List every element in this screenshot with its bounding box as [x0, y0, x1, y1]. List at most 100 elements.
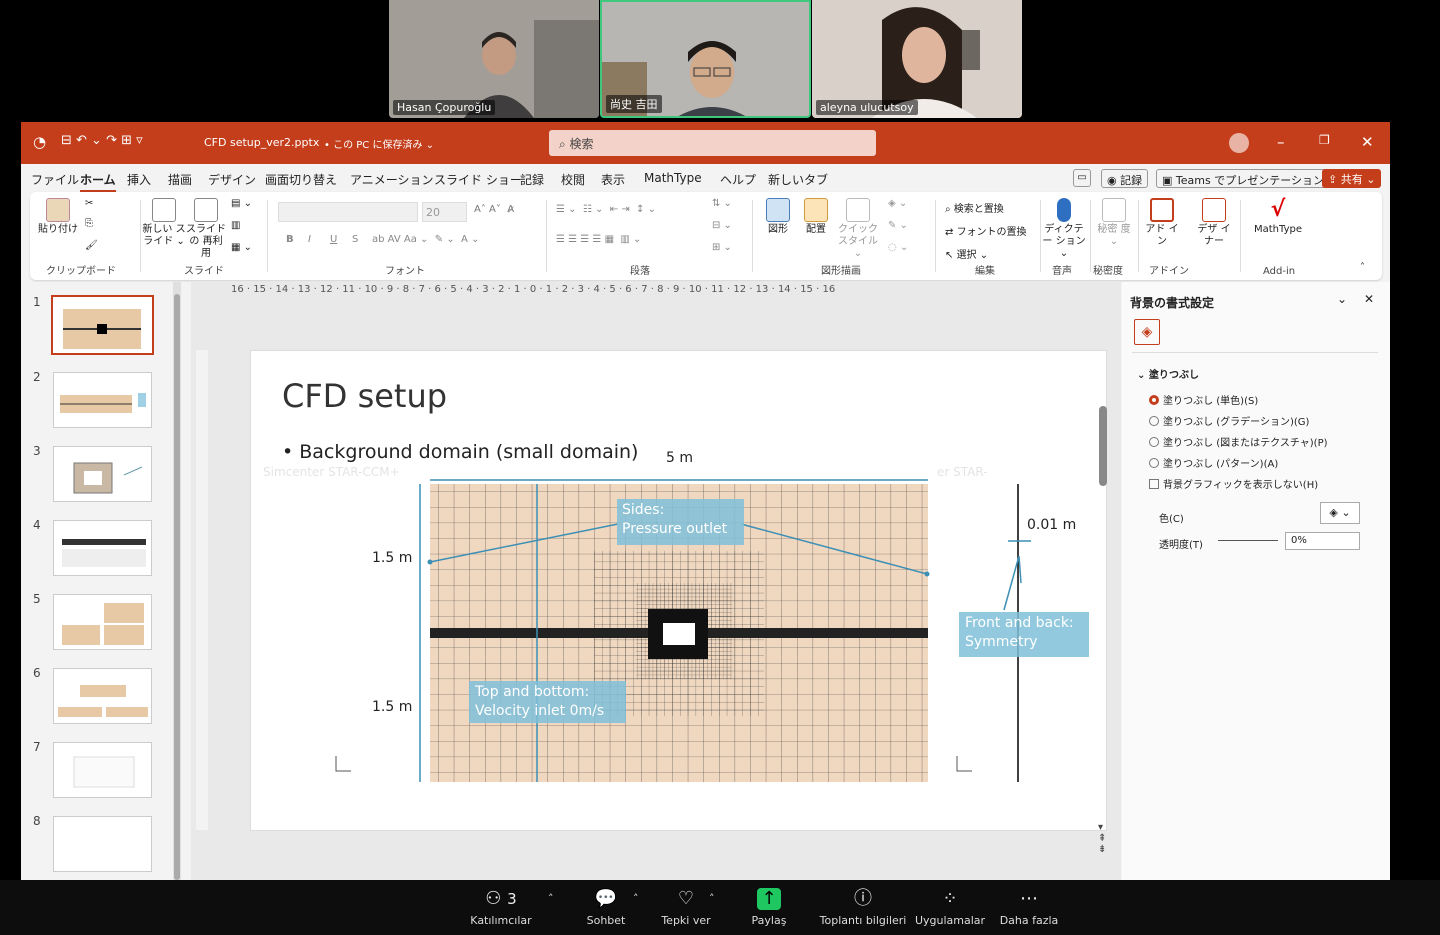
radio-gradient-fill[interactable]: 塗りつぶし (グラデーション)(G)	[1149, 413, 1309, 428]
hide-background-checkbox[interactable]: 背景グラフィックを表示しない(H)	[1149, 476, 1318, 491]
tab-draw[interactable]: 描画	[168, 171, 192, 188]
sensitivity-button[interactable]: 秘密 度 ⌄	[1094, 198, 1134, 248]
minimize-icon[interactable]: –	[1277, 133, 1285, 151]
find-replace-button[interactable]: ⌕ 検索と置換	[945, 200, 1004, 215]
tab-transitions[interactable]: 画面切り替え	[265, 171, 337, 188]
radio-solid-fill[interactable]: 塗りつぶし (単色)(S)	[1149, 392, 1258, 407]
tab-new[interactable]: 新しいタブ	[768, 171, 828, 188]
radio-picture-fill[interactable]: 塗りつぶし (図またはテクスチャ)(P)	[1149, 434, 1328, 449]
pane-options-icon[interactable]: ⌄	[1337, 292, 1347, 306]
tab-insert[interactable]: 挿入	[127, 171, 151, 188]
scrollbar-thumb[interactable]	[174, 294, 180, 880]
apps-button[interactable]: ⁘ Uygulamalar	[905, 888, 995, 927]
tab-help[interactable]: ヘルプ	[720, 171, 756, 188]
sides-label-box[interactable]: Sides: Pressure outlet	[617, 499, 744, 545]
canvas-scrollbar-thumb[interactable]	[1099, 406, 1107, 486]
tab-review[interactable]: 校閲	[561, 171, 585, 188]
tab-record[interactable]: 記録	[520, 171, 544, 188]
shadow-button[interactable]: S	[352, 234, 358, 245]
italic-button[interactable]: I	[308, 234, 311, 245]
font-size-dropdown[interactable]: 20	[422, 202, 467, 222]
video-tile-2[interactable]: 尚史 吉田	[600, 0, 811, 118]
transparency-slider[interactable]	[1218, 540, 1278, 541]
tab-view[interactable]: 表示	[601, 171, 625, 188]
slide-nav-arrows[interactable]: ▾ ⇞ ⇟	[1098, 822, 1106, 855]
video-tile-3[interactable]: aleyna ulucutsoy	[812, 0, 1022, 118]
font-name-dropdown[interactable]	[278, 202, 418, 222]
record-button[interactable]: ◉ 記録	[1101, 169, 1149, 188]
close-icon[interactable]: ✕	[1361, 133, 1374, 151]
participants-button[interactable]: ⚇ 3 Katılımcılar	[456, 888, 546, 927]
arrange-button[interactable]: 配置	[798, 198, 834, 236]
more-button[interactable]: ⋯ Daha fazla	[984, 888, 1074, 927]
addins-button[interactable]: アド イン	[1144, 198, 1180, 248]
layout-icon[interactable]: ▤ ⌄	[231, 198, 252, 209]
quick-styles-button[interactable]: クイック スタイル ⌄	[836, 198, 880, 260]
comments-icon[interactable]: ▭	[1073, 169, 1091, 187]
collapse-ribbon-icon[interactable]: ˄	[1360, 262, 1365, 273]
fill-category-icon[interactable]: ◈	[1134, 319, 1160, 345]
slide-thumbnail-5[interactable]	[53, 594, 152, 650]
list-icons[interactable]: ☰ ⌄ ☷ ⌄ ⇤ ⇥ ↕ ⌄	[556, 204, 656, 215]
mathtype-button[interactable]: √ MathType	[1248, 198, 1308, 236]
restore-icon[interactable]: ❐	[1319, 133, 1330, 147]
shape-fill-icon[interactable]: ◈ ⌄ ✎ ⌄ ◌ ⌄	[888, 198, 908, 253]
thumbnails-scrollbar[interactable]	[173, 282, 181, 880]
format-painter-icon[interactable]: 🖌	[85, 240, 98, 251]
chevron-up-icon[interactable]: ˄	[548, 892, 554, 905]
bold-button[interactable]: B	[286, 234, 294, 245]
designer-button[interactable]: デザ イナー	[1196, 198, 1232, 248]
pane-close-icon[interactable]: ✕	[1364, 292, 1374, 306]
slide-thumbnail-8[interactable]	[53, 816, 152, 872]
quick-access-toolbar[interactable]: ⊟ ↶ ⌄ ↷ ⊞ ▿	[61, 133, 143, 148]
tab-mathtype[interactable]: MathType	[644, 171, 702, 185]
topbottom-label-box[interactable]: Top and bottom: Velocity inlet 0m/s	[469, 681, 626, 723]
save-status[interactable]: • この PC に保存済み ⌄	[324, 136, 434, 151]
smartart-icon[interactable]: ⊞ ⌄	[712, 242, 732, 253]
dictate-button[interactable]: ディクテー ション ⌄	[1042, 198, 1086, 260]
select-button[interactable]: ↖ 選択 ⌄	[945, 246, 988, 261]
teams-present-button[interactable]: ▣ Teams でプレゼンテーション	[1156, 169, 1330, 188]
shapes-button[interactable]: 図形	[760, 198, 796, 236]
font-effects-icon[interactable]: ab AV Aa ⌄ ✎ ⌄ A ⌄	[372, 234, 479, 245]
cut-icon[interactable]: ✂	[85, 198, 93, 209]
underline-button[interactable]: U	[330, 234, 337, 245]
react-button[interactable]: ♡ Tepki ver	[641, 888, 731, 927]
chevron-up-icon[interactable]: ˄	[709, 892, 715, 905]
tab-file[interactable]: ファイル	[31, 171, 79, 188]
slide-thumbnail-2[interactable]	[53, 372, 152, 428]
copy-icon[interactable]: ⎘	[85, 218, 93, 229]
slide-thumbnail-7[interactable]	[53, 742, 152, 798]
tab-design[interactable]: デザイン	[208, 171, 256, 188]
slide-thumbnail-3[interactable]	[53, 446, 152, 502]
search-box[interactable]: ⌕ 検索	[549, 130, 876, 156]
color-picker-button[interactable]: ◈ ⌄	[1320, 502, 1360, 524]
transparency-input[interactable]: 0%	[1285, 532, 1360, 550]
slide-thumbnail-4[interactable]	[53, 520, 152, 576]
share-button[interactable]: ⇪ 共有 ⌄	[1322, 169, 1382, 188]
slide-1[interactable]: CFD setup • Background domain (small dom…	[250, 350, 1107, 831]
chevron-up-icon[interactable]: ˄	[633, 892, 639, 905]
meeting-info-button[interactable]: ⓘ Toplantı bilgileri	[818, 888, 908, 927]
slide-thumbnail-1[interactable]	[51, 295, 154, 355]
tab-animations[interactable]: アニメーション	[350, 171, 434, 188]
share-screen-button[interactable]: ↑ Paylaş	[724, 888, 814, 927]
new-slide-button[interactable]: 新しい スライド ⌄	[142, 198, 186, 248]
fill-section-header[interactable]: ⌄ 塗りつぶし	[1137, 366, 1199, 381]
align-icons[interactable]: ☰ ☰ ☰ ☰ ▦ ▥ ⌄	[556, 234, 641, 245]
radio-pattern-fill[interactable]: 塗りつぶし (パターン)(A)	[1149, 455, 1278, 470]
video-tile-1[interactable]: Hasan Çopuroğlu	[389, 0, 599, 118]
paste-button[interactable]: 貼り付け	[38, 198, 78, 236]
frontback-label-box[interactable]: Front and back: Symmetry	[959, 612, 1089, 657]
tab-slideshow[interactable]: スライド ショー	[434, 171, 522, 188]
slide-thumbnail-6[interactable]	[53, 668, 152, 724]
account-avatar[interactable]	[1229, 133, 1249, 153]
reuse-slide-button[interactable]: スライドの 再利用	[186, 198, 226, 260]
reset-icon[interactable]: ▥	[231, 220, 240, 231]
section-icon[interactable]: ▦ ⌄	[231, 242, 252, 253]
text-direction-icon[interactable]: ⇅ ⌄	[712, 198, 732, 209]
tab-home[interactable]: ホーム	[80, 171, 116, 193]
align-text-icon[interactable]: ⊟ ⌄	[712, 220, 732, 231]
replace-fonts-button[interactable]: ⇄ フォントの置換	[945, 223, 1027, 238]
font-grow-icon[interactable]: A˄ A˅ A̷	[474, 204, 514, 215]
